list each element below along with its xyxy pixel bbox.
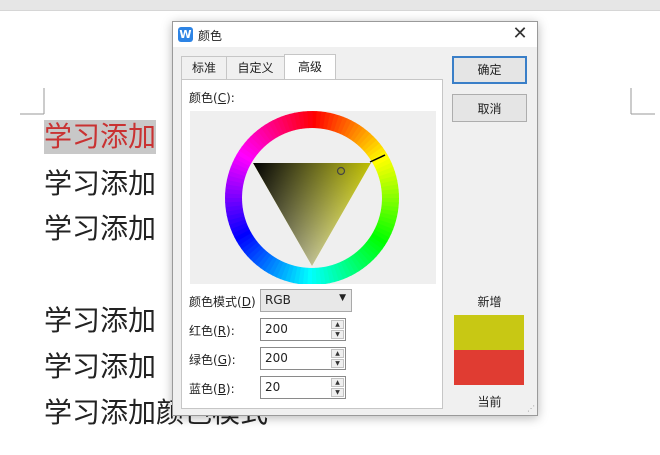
page-corner-marks [20,88,45,115]
current-color-swatch [454,350,524,385]
cancel-button[interactable]: 取消 [452,94,527,122]
red-label: 红色(R): [189,324,235,338]
color-label: 颜色(C): [189,91,235,105]
red-input[interactable] [261,319,331,338]
color-mode-value: RGB [265,293,291,307]
document-line-selected[interactable]: 学习添加 [44,120,157,154]
new-color-swatch [454,315,524,350]
dialog-titlebar[interactable]: W 颜色 ✕ [173,22,537,47]
green-increment-button[interactable]: ▲ [331,349,344,358]
blue-stepper: ▲ ▼ [260,376,346,399]
hue-ring-segment[interactable] [311,267,317,285]
tab-standard[interactable]: 标准 [181,56,227,80]
blue-increment-button[interactable]: ▲ [331,378,344,387]
green-decrement-button[interactable]: ▼ [331,359,344,368]
green-input[interactable] [261,348,331,367]
document-line[interactable]: 学习添加 [44,212,156,246]
saturation-value-triangle[interactable] [253,163,371,266]
wps-app-icon: W [178,27,193,42]
close-icon[interactable]: ✕ [511,25,529,43]
hue-ring-segment[interactable] [225,197,243,203]
app-toolbar-strip [0,0,660,11]
blue-input[interactable] [261,377,331,396]
tab-advanced[interactable]: 高级 [284,54,336,80]
ok-button[interactable]: 确定 [452,56,527,84]
hue-ring-segment[interactable] [307,111,313,129]
new-color-label: 新增 [477,295,502,309]
color-wheel-area[interactable] [190,111,436,285]
red-increment-button[interactable]: ▲ [331,320,344,329]
color-wheel[interactable] [190,111,436,285]
document-line[interactable]: 学习添加 [44,304,156,338]
document-line[interactable]: 学习添加 [44,167,156,201]
blue-label: 蓝色(B): [189,382,235,396]
current-color-label: 当前 [477,395,502,409]
green-label: 绿色(G): [189,353,236,367]
red-stepper: ▲ ▼ [260,318,346,341]
page-corner-marks-right [630,88,655,115]
color-mode-label: 颜色模式(D) [189,295,256,309]
document-line[interactable]: 学习添加 [44,350,156,384]
green-stepper: ▲ ▼ [260,347,346,370]
tab-custom[interactable]: 自定义 [226,56,285,80]
dialog-title: 颜色 [198,29,223,43]
advanced-panel: 颜色(C): 颜色模式(D) RGB ▼ 红色(R): 200 ▲ ▼ 绿色(G… [181,79,443,409]
color-mode-select[interactable]: RGB ▼ [260,289,352,312]
red-decrement-button[interactable]: ▼ [331,330,344,339]
chevron-down-icon: ▼ [339,293,346,303]
hue-ring-segment[interactable] [381,193,399,199]
color-dialog: W 颜色 ✕ 标准 自定义 高级 颜色(C): 颜色模式(D) RGB ▼ 红色… [172,21,538,416]
blue-decrement-button[interactable]: ▼ [331,388,344,397]
resize-grip-icon[interactable]: ⋰ [527,405,535,413]
